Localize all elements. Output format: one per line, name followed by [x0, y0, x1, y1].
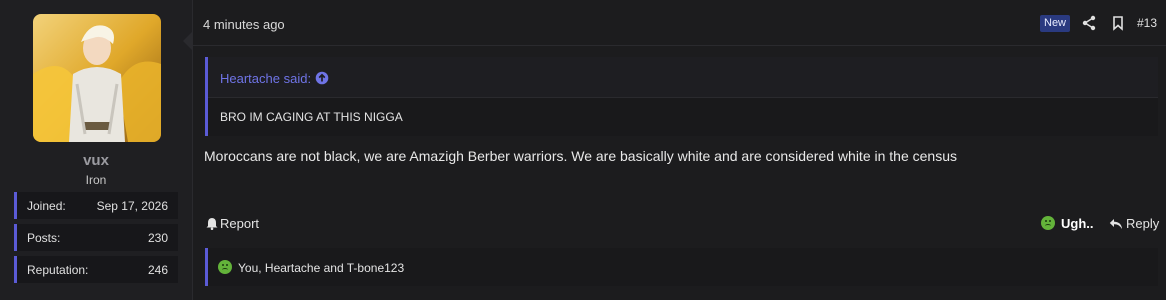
reactions-summary[interactable]: You, Heartache and T-bone123 — [205, 248, 1158, 286]
share-icon[interactable] — [1081, 15, 1097, 31]
stat-joined: Joined: Sep 17, 2026 — [14, 192, 178, 219]
reply-button[interactable]: Reply — [1109, 216, 1159, 231]
reaction-button[interactable]: Ugh.. — [1041, 216, 1094, 231]
report-label: Report — [220, 216, 260, 231]
stat-value: 230 — [147, 231, 168, 245]
stat-reputation: Reputation: 246 — [14, 256, 178, 283]
stat-value: 246 — [147, 263, 168, 277]
post-number[interactable]: #13 — [1137, 16, 1157, 30]
reply-icon — [1109, 219, 1122, 229]
stat-label: Reputation: — [27, 263, 89, 277]
user-sidebar: vux Iron Joined: Sep 17, 2026 Posts: 230… — [0, 0, 193, 300]
quote-block: Heartache said: BRO IM CAGING AT THIS NI… — [205, 57, 1158, 136]
stat-label: Joined: — [27, 199, 66, 213]
stat-posts: Posts: 230 — [14, 224, 178, 251]
reactions-list[interactable]: You, Heartache and T-bone123 — [238, 261, 404, 275]
stat-value: Sep 17, 2026 — [96, 199, 168, 213]
stat-label: Posts: — [27, 231, 61, 245]
quote-header: Heartache said: — [208, 57, 1158, 98]
quote-author[interactable]: Heartache said: — [220, 71, 311, 86]
report-button[interactable]: Report — [206, 216, 259, 231]
ugh-face-icon — [218, 260, 232, 274]
arrow-up-circle-icon[interactable] — [315, 71, 329, 85]
quote-text: BRO IM CAGING AT THIS NIGGA — [220, 110, 403, 124]
post-timestamp[interactable]: 4 minutes ago — [203, 17, 285, 32]
post-pointer-arrow — [183, 32, 192, 50]
bell-icon — [206, 218, 218, 231]
post-header: 4 minutes ago New #13 — [193, 0, 1166, 46]
forum-post: vux Iron Joined: Sep 17, 2026 Posts: 230… — [0, 0, 1166, 300]
username[interactable]: vux — [0, 152, 192, 169]
reaction-label: Ugh.. — [1061, 216, 1094, 231]
bookmark-icon[interactable] — [1110, 15, 1126, 31]
new-badge: New — [1040, 15, 1071, 32]
avatar[interactable] — [33, 14, 161, 142]
reply-label: Reply — [1126, 216, 1160, 231]
post-message: Moroccans are not black, we are Amazigh … — [204, 148, 957, 164]
post-main: 4 minutes ago New #13 Heartache said: BR… — [193, 0, 1166, 300]
ugh-face-icon — [1041, 216, 1055, 230]
user-title: Iron — [85, 173, 107, 187]
